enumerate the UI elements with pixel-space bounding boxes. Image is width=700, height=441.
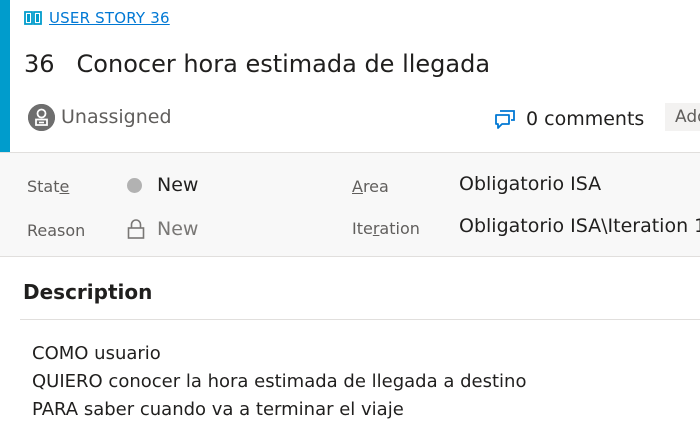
work-item-fields: State New Reason New Area Obligatorio IS… bbox=[0, 152, 700, 257]
description-line: COMO usuario bbox=[32, 343, 161, 364]
area-value: Obligatorio ISA bbox=[459, 173, 602, 195]
work-item-type-color-bar bbox=[0, 0, 10, 152]
area-field[interactable]: Obligatorio ISA bbox=[459, 173, 601, 195]
description-line: QUIERO conocer la hora estimada de llega… bbox=[32, 371, 527, 392]
avatar-icon bbox=[28, 103, 55, 131]
state-dot-icon bbox=[127, 177, 142, 193]
add-tag-button[interactable]: Add tag bbox=[665, 103, 700, 131]
iteration-label: Iteration bbox=[352, 219, 420, 238]
description-heading: Description bbox=[23, 280, 153, 304]
description-divider bbox=[20, 319, 700, 320]
area-label: Area bbox=[352, 177, 389, 196]
comments-button[interactable]: 0 comments bbox=[494, 106, 644, 132]
work-item-id: 36 bbox=[24, 50, 55, 78]
description-line: PARA saber cuando va a terminar el viaje bbox=[32, 399, 404, 420]
reason-value: New bbox=[157, 218, 199, 240]
work-item-type-link[interactable]: USER STORY 36 bbox=[49, 9, 170, 27]
description-editor[interactable]: COMO usuario QUIERO conocer la hora esti… bbox=[32, 340, 526, 424]
work-item-title-text: Conocer hora estimada de llegada bbox=[76, 50, 491, 78]
work-item-type-row: USER STORY 36 bbox=[24, 8, 170, 28]
iteration-value: Obligatorio ISA\Iteration 1 bbox=[459, 215, 700, 237]
state-value: New bbox=[157, 174, 199, 196]
work-item-title[interactable]: 36 Conocer hora estimada de llegada bbox=[24, 46, 490, 82]
assignee-name: Unassigned bbox=[61, 106, 172, 128]
comments-count: 0 comments bbox=[526, 108, 645, 130]
work-item-header: USER STORY 36 36 Conocer hora estimada d… bbox=[0, 0, 700, 152]
assigned-to-control[interactable]: Unassigned bbox=[28, 102, 172, 132]
comments-icon bbox=[495, 110, 515, 129]
lock-icon bbox=[127, 219, 145, 239]
reason-field: New bbox=[127, 218, 198, 240]
work-item-form: USER STORY 36 36 Conocer hora estimada d… bbox=[0, 0, 700, 441]
state-dropdown[interactable]: New bbox=[127, 174, 198, 196]
book-icon bbox=[24, 11, 42, 25]
reason-label: Reason bbox=[27, 221, 86, 240]
state-label: State bbox=[27, 177, 70, 196]
iteration-field[interactable]: Obligatorio ISA\Iteration 1 bbox=[459, 215, 700, 237]
